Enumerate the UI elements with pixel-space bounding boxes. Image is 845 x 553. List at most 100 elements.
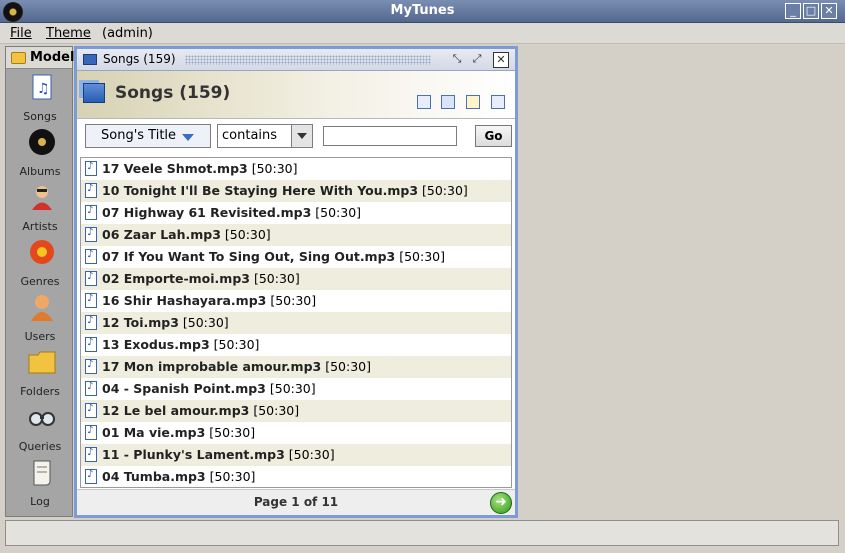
music-file-icon [85,359,97,374]
song-duration: [50:30] [288,447,335,462]
list-item[interactable]: 12 Le bel amour.mp3 [50:30] [81,400,511,422]
sidebar-item-label: Log [30,495,50,508]
maximize-frame-icon[interactable]: ⤢ [469,52,485,68]
sidebar-item-label: Albums [19,165,61,178]
song-name: 17 Veele Shmot.mp3 [102,161,248,176]
menu-user[interactable]: (admin) [102,26,153,41]
title-grip [185,55,431,65]
music-file-icon [85,227,97,242]
field-selector-value: Song's Title [101,128,177,143]
music-file-icon [85,271,97,286]
sidebar-item-label: Users [24,330,56,343]
sidebar-item-albums[interactable]: Albums [6,126,74,178]
condition-select[interactable]: contains [217,124,313,148]
list-item[interactable]: 04 Tumba.mp3 [50:30] [81,466,511,487]
sidebar-item-songs[interactable]: ♫ Songs [6,71,74,123]
list-item[interactable]: 04 - Spanish Point.mp3 [50:30] [81,378,511,400]
search-input[interactable] [323,126,457,146]
music-file-icon [85,469,97,484]
view-columns-icon[interactable] [491,95,505,109]
sidebar-item-queries[interactable]: Queries [6,401,74,453]
song-duration: [50:30] [209,425,256,440]
sidebar-item-label: Folders [20,385,60,398]
pager: Page 1 of 11 ➜ [77,489,515,515]
flower-icon [30,240,54,264]
song-name: 12 Toi.mp3 [102,315,179,330]
minimize-frame-icon[interactable]: ⤡ [449,52,465,68]
user-icon [31,295,53,321]
artist-icon [32,186,52,210]
music-file-icon [85,381,97,396]
music-file-icon [85,249,97,264]
list-item[interactable]: 06 Zaar Lah.mp3 [50:30] [81,224,511,246]
frame-title: Songs (159) [103,52,176,66]
songs-frame: Songs (159) ⤡ ⤢ ✕ Songs (159) Song's Tit… [74,46,518,518]
song-name: 11 - Plunky's Lament.mp3 [102,447,285,462]
close-frame-button[interactable]: ✕ [493,52,509,68]
view-favorite-icon[interactable] [466,95,480,109]
menu-file[interactable]: File [10,26,32,41]
list-item[interactable]: 17 Veele Shmot.mp3 [50:30] [81,158,511,180]
page-indicator: Page 1 of 11 [253,495,339,509]
list-item[interactable]: 02 Emporte-moi.mp3 [50:30] [81,268,511,290]
music-file-icon [85,205,97,220]
sidebar-item-label: Genres [20,275,60,288]
minimize-button[interactable]: _ [785,3,801,19]
view-table-icon[interactable] [441,95,455,109]
filter-bar: Song's Title contains Go [77,120,515,154]
song-name: 13 Exodus.mp3 [102,337,210,352]
sidebar-item-artists[interactable]: Artists [6,181,74,233]
songs-icon [83,54,97,65]
field-selector[interactable]: Song's Title [85,124,211,148]
next-page-button[interactable]: ➜ [490,492,512,514]
list-item[interactable]: 16 Shir Hashayara.mp3 [50:30] [81,290,511,312]
list-item[interactable]: 07 Highway 61 Revisited.mp3 [50:30] [81,202,511,224]
go-button[interactable]: Go [475,125,512,147]
svg-text:♫: ♫ [37,81,50,97]
sidebar-item-label: Queries [18,440,62,453]
song-duration: [50:30] [224,227,271,242]
list-item[interactable]: 12 Toi.mp3 [50:30] [81,312,511,334]
sidebar-item-users[interactable]: Users [6,291,74,343]
song-duration: [50:30] [270,293,317,308]
music-file-icon: ♫ [32,74,52,100]
song-name: 01 Ma vie.mp3 [102,425,206,440]
sidebar-item-label: Artists [22,220,58,233]
folder-icon [28,351,56,374]
music-file-icon [85,293,97,308]
list-item[interactable]: 10 Tonight I'll Be Staying Here With You… [81,180,511,202]
music-file-icon [85,337,97,352]
song-duration: [50:30] [209,469,256,484]
song-duration: [50:30] [315,205,362,220]
status-bar [5,520,839,546]
frame-title-bar[interactable]: Songs (159) ⤡ ⤢ ✕ [77,49,515,71]
music-file-icon [85,161,97,176]
music-file-icon [85,447,97,462]
song-duration: [50:30] [422,183,468,198]
song-name: 04 Tumba.mp3 [102,469,206,484]
song-duration: [50:30] [182,315,229,330]
list-item[interactable]: 11 - Plunky's Lament.mp3 [50:30] [81,444,511,466]
song-duration: [50:30] [399,249,445,264]
view-plain-icon[interactable] [417,95,431,109]
close-button[interactable]: ✕ [821,3,837,19]
scroll-icon [33,460,51,486]
song-name: 06 Zaar Lah.mp3 [102,227,221,242]
list-item[interactable]: 07 If You Want To Sing Out, Sing Out.mp3… [81,246,511,268]
menu-theme[interactable]: Theme [46,26,91,41]
menu-bar: File Theme (admin) [0,23,845,44]
sidebar-item-log[interactable]: Log [6,456,74,508]
frame-header: Songs (159) [77,71,515,119]
songs-icon [83,83,105,103]
maximize-button[interactable]: □ [803,3,819,19]
list-item[interactable]: 13 Exodus.mp3 [50:30] [81,334,511,356]
song-duration: [50:30] [269,381,316,396]
list-item[interactable]: 17 Mon improbable amour.mp3 [50:30] [81,356,511,378]
chevron-down-icon[interactable] [291,125,312,147]
list-item[interactable]: 01 Ma vie.mp3 [50:30] [81,422,511,444]
song-duration: [50:30] [253,403,300,418]
song-name: 07 Highway 61 Revisited.mp3 [102,205,312,220]
music-file-icon [85,183,97,198]
sidebar-item-folders[interactable]: Folders [6,346,74,398]
sidebar-item-genres[interactable]: Genres [6,236,74,288]
